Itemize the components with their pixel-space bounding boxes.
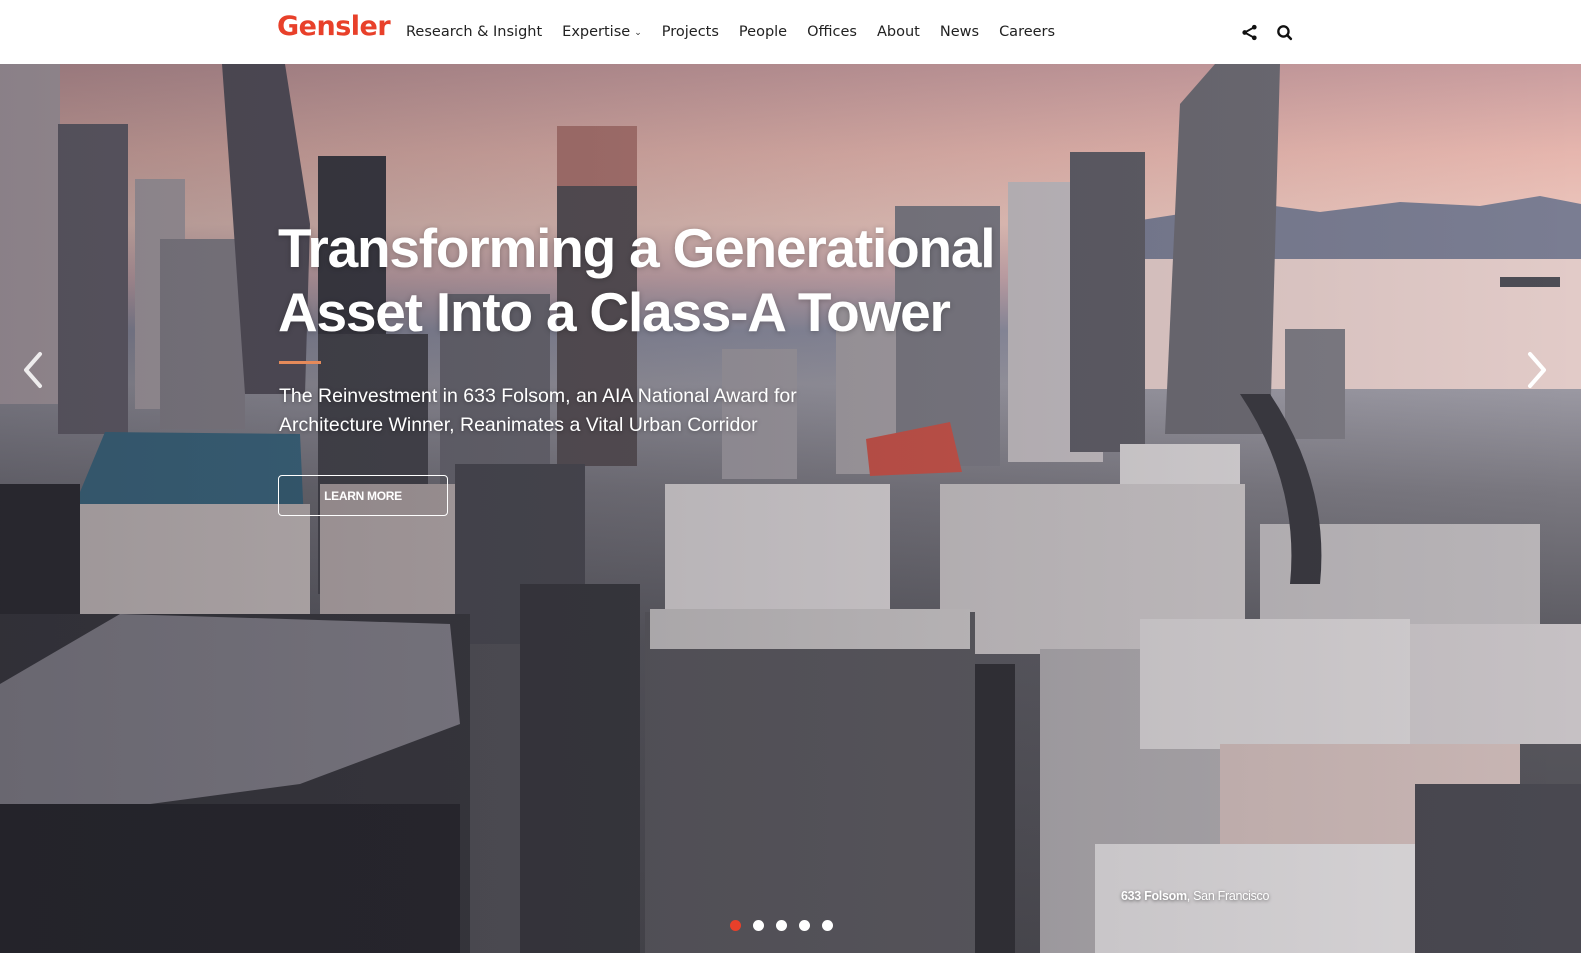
image-caption: 633 Folsom, San Francisco [1121, 889, 1269, 903]
nav-projects[interactable]: Projects [662, 24, 719, 40]
search-icon[interactable] [1276, 24, 1293, 41]
nav-label: Careers [999, 24, 1056, 40]
nav-research-insight[interactable]: Research & Insight [406, 24, 542, 40]
learn-more-button[interactable]: LEARN MORE [278, 475, 448, 516]
nav-label: News [939, 24, 980, 40]
carousel-dot-4[interactable] [799, 920, 810, 931]
caption-project: 633 Folsom [1121, 889, 1187, 903]
carousel-pagination [730, 920, 833, 931]
carousel-dot-5[interactable] [822, 920, 833, 931]
chevron-down-icon: ⌄ [634, 28, 642, 38]
hero-title-line1: Transforming a Generational [278, 217, 996, 279]
carousel-dot-2[interactable] [753, 920, 764, 931]
nav-label: People [738, 24, 788, 40]
main-nav: Research & Insight Expertise ⌄ Projects P… [406, 24, 1075, 40]
hero-shade [0, 64, 1581, 953]
hero-carousel: Transforming a Generational Asset Into a… [0, 64, 1581, 953]
nav-label: About [877, 24, 920, 40]
nav-label: Offices [807, 24, 857, 40]
gensler-logo[interactable]: Gensler [277, 11, 391, 42]
caption-location: , San Francisco [1186, 889, 1270, 903]
nav-careers[interactable]: Careers [999, 24, 1055, 40]
carousel-dot-1[interactable] [730, 920, 741, 931]
chevron-right-icon[interactable] [1522, 348, 1552, 392]
hero-title-line2: Asset Into a Class-A Tower [278, 281, 951, 343]
share-icon[interactable] [1241, 24, 1258, 41]
nav-news[interactable]: News [940, 24, 979, 40]
nav-expertise[interactable]: Expertise ⌄ [562, 24, 642, 40]
accent-divider [279, 361, 321, 364]
carousel-dot-3[interactable] [776, 920, 787, 931]
nav-about[interactable]: About [877, 24, 920, 40]
hero-subtitle: The Reinvestment in 633 Folsom, an AIA N… [279, 385, 797, 436]
nav-offices[interactable]: Offices [807, 24, 857, 40]
nav-people[interactable]: People [739, 24, 787, 40]
site-header: Gensler Research & Insight Expertise ⌄ Pr… [0, 0, 1581, 64]
nav-label: Projects [661, 24, 719, 40]
nav-label: Research & Insight [406, 24, 543, 40]
nav-label: Expertise [562, 24, 631, 40]
hero-title: Transforming a Generational Asset Into a… [278, 216, 1038, 344]
header-actions [1241, 24, 1293, 41]
chevron-left-icon[interactable] [18, 348, 48, 392]
